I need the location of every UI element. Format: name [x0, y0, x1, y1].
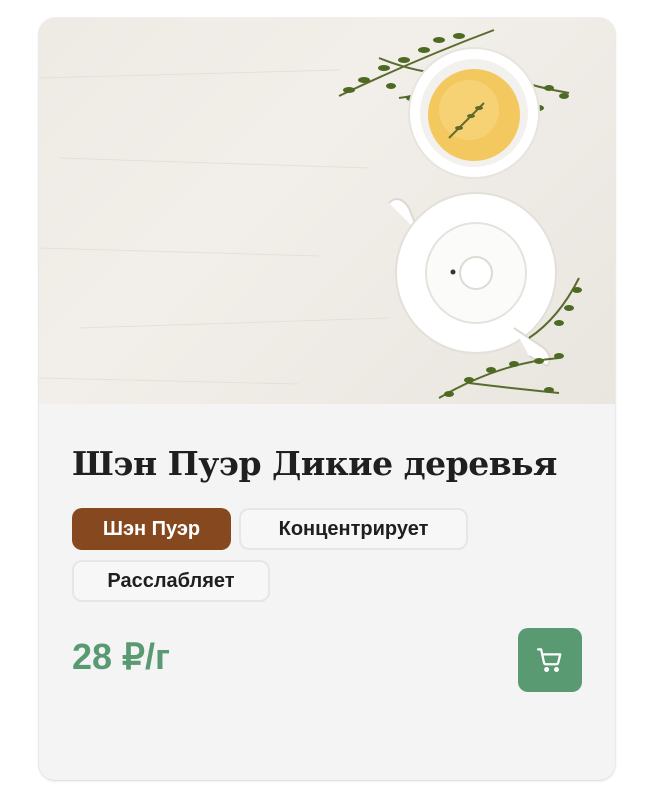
product-image [39, 18, 615, 404]
product-price: 28 ₽/г [72, 636, 170, 677]
tag-relaxes[interactable]: Расслабляет [72, 560, 270, 602]
tag-concentrates[interactable]: Концентрирует [239, 508, 468, 550]
product-card[interactable]: Шэн Пуэр Дикие деревья Шэн Пуэр Концентр… [39, 18, 615, 780]
tag-shen-puer[interactable]: Шэн Пуэр [72, 508, 231, 550]
product-title: Шэн Пуэр Дикие деревья [72, 444, 557, 483]
shopping-cart-icon [535, 645, 565, 675]
teapot-cup-illustration [39, 29, 582, 399]
add-to-cart-button[interactable] [518, 628, 582, 692]
